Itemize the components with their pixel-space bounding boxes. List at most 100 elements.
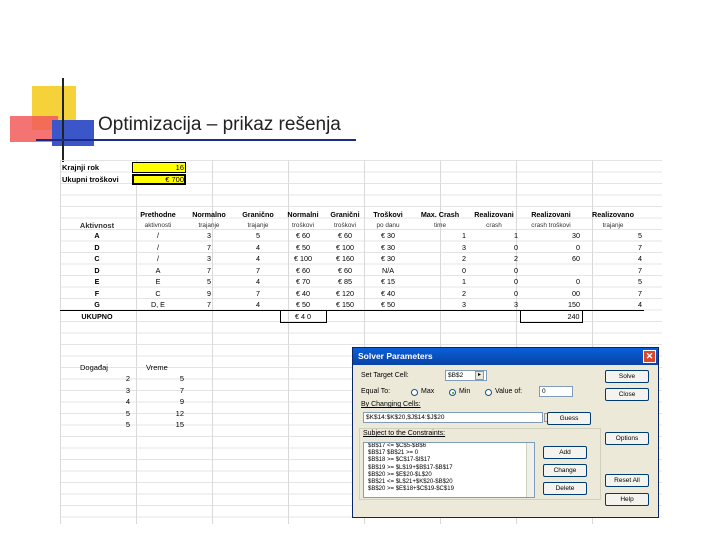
table-cell[interactable]: 0 [520, 242, 582, 254]
table-cell[interactable]: € 60 [280, 265, 326, 277]
table-cell[interactable]: 5 [236, 230, 280, 242]
table-cell[interactable]: 3 [182, 253, 236, 265]
solver-dialog[interactable]: Solver Parameters ✕ Set Target Cell: $B$… [352, 347, 659, 518]
table-cell[interactable]: € 150 [326, 299, 364, 311]
total-crash-cost[interactable]: 240 [519, 310, 583, 323]
table-cell[interactable]: 4 [582, 299, 644, 311]
events-cell[interactable]: 5 [160, 374, 184, 384]
table-cell[interactable]: 1 [412, 276, 468, 288]
table-cell[interactable]: 0 [412, 265, 468, 277]
help-button[interactable]: Help [605, 493, 649, 506]
table-cell[interactable]: 3 [468, 299, 520, 311]
table-cell[interactable]: € 100 [326, 242, 364, 254]
table-cell[interactable]: A [60, 230, 134, 242]
add-button[interactable]: Add [543, 446, 587, 459]
table-cell[interactable]: 2 [468, 253, 520, 265]
change-button[interactable]: Change [543, 464, 587, 477]
table-cell[interactable]: 7 [182, 242, 236, 254]
guess-button[interactable]: Guess [547, 412, 591, 425]
radio-max[interactable] [411, 389, 418, 396]
constraint-item[interactable]: $B$17 <= $C$5-$B$6 [366, 443, 534, 450]
table-cell[interactable]: € 50 [364, 299, 412, 311]
table-cell[interactable]: 1 [468, 230, 520, 242]
table-cell[interactable]: 5 [582, 276, 644, 288]
constraint-item[interactable]: $B$20 >= $E$18+$C$19-$C$19 [366, 486, 534, 493]
table-cell[interactable]: € 40 [364, 288, 412, 300]
table-cell[interactable]: / [134, 230, 182, 242]
events-cell[interactable]: 4 [106, 397, 130, 407]
table-cell[interactable]: € 100 [280, 253, 326, 265]
events-cell[interactable]: 9 [160, 397, 184, 407]
events-cell[interactable]: 2 [106, 374, 130, 384]
table-cell[interactable]: € 70 [280, 276, 326, 288]
table-cell[interactable]: / [134, 253, 182, 265]
table-cell[interactable]: 3 [182, 230, 236, 242]
table-cell[interactable]: 4 [236, 242, 280, 254]
table-cell[interactable]: F [60, 288, 134, 300]
table-cell[interactable] [520, 265, 582, 277]
radio-value-of[interactable] [485, 389, 492, 396]
table-cell[interactable]: € 30 [364, 242, 412, 254]
constraints-list[interactable]: $B$17 <= $C$5-$B$6 $B$17 $B$21 >= 0 $B$18 … [363, 442, 535, 498]
table-cell[interactable]: 1 [412, 230, 468, 242]
table-cell[interactable]: G [60, 299, 134, 311]
table-cell[interactable]: € 60 [280, 230, 326, 242]
table-cell[interactable]: 0 [468, 242, 520, 254]
table-cell[interactable]: D [60, 242, 134, 254]
constraint-item[interactable]: $B$18 >= $C$17-$I$17 [366, 457, 534, 464]
scrollbar[interactable] [526, 443, 534, 497]
table-cell[interactable]: 3 [412, 299, 468, 311]
radio-min[interactable] [449, 389, 456, 396]
table-cell[interactable]: D [60, 265, 134, 277]
table-cell[interactable]: € 60 [326, 265, 364, 277]
table-cell[interactable]: € 85 [326, 276, 364, 288]
table-cell[interactable]: 7 [236, 265, 280, 277]
table-cell[interactable]: 7 [582, 265, 644, 277]
table-cell[interactable]: 2 [412, 253, 468, 265]
table-cell[interactable]: € 120 [326, 288, 364, 300]
table-cell[interactable]: 7 [182, 265, 236, 277]
close-icon[interactable]: ✕ [643, 350, 656, 363]
table-cell[interactable]: 30 [520, 230, 582, 242]
table-cell[interactable]: 5 [182, 276, 236, 288]
table-cell[interactable]: 0 [520, 276, 582, 288]
events-cell[interactable]: 12 [160, 409, 184, 419]
table-cell[interactable]: 0 [468, 288, 520, 300]
table-cell[interactable]: 4 [236, 253, 280, 265]
range-picker-icon[interactable]: ▸ [475, 371, 484, 380]
events-cell[interactable]: 5 [106, 409, 130, 419]
total-normal-cost[interactable]: € 4 0 [279, 310, 327, 323]
table-cell[interactable]: € 160 [326, 253, 364, 265]
table-cell[interactable]: 3 [412, 242, 468, 254]
changing-cells-input[interactable]: $K$14:$K$20,$J$14:$J$20 [363, 412, 543, 423]
constraint-item[interactable]: $B$17 $B$21 >= 0 [366, 450, 534, 457]
table-cell[interactable]: 0 [468, 265, 520, 277]
table-cell[interactable]: D, E [134, 299, 182, 311]
table-cell[interactable]: € 50 [280, 242, 326, 254]
table-cell[interactable]: 4 [236, 276, 280, 288]
table-cell[interactable]: / [134, 242, 182, 254]
table-cell[interactable]: 0 [468, 276, 520, 288]
solve-button[interactable]: Solve [605, 370, 649, 383]
events-cell[interactable]: 7 [160, 386, 184, 396]
table-cell[interactable]: € 40 [280, 288, 326, 300]
table-cell[interactable]: 7 [582, 288, 644, 300]
table-cell[interactable]: 00 [520, 288, 582, 300]
table-cell[interactable]: N/A [364, 265, 412, 277]
table-cell[interactable]: 4 [582, 253, 644, 265]
table-cell[interactable]: 5 [582, 230, 644, 242]
options-button[interactable]: Options [605, 432, 649, 445]
events-cell[interactable]: 15 [160, 420, 184, 430]
table-cell[interactable]: € 50 [280, 299, 326, 311]
constraint-item[interactable]: $B$20 >= $E$20-$L$20 [366, 472, 534, 479]
constraint-item[interactable]: $B$21 <= $L$21+$K$20-$B$20 [366, 479, 534, 486]
table-cell[interactable]: 60 [520, 253, 582, 265]
delete-button[interactable]: Delete [543, 482, 587, 495]
table-cell[interactable]: C [60, 253, 134, 265]
table-cell[interactable]: A [134, 265, 182, 277]
table-cell[interactable]: 2 [412, 288, 468, 300]
table-cell[interactable]: E [134, 276, 182, 288]
events-cell[interactable]: 3 [106, 386, 130, 396]
table-cell[interactable]: 7 [182, 299, 236, 311]
table-cell[interactable]: 150 [520, 299, 582, 311]
